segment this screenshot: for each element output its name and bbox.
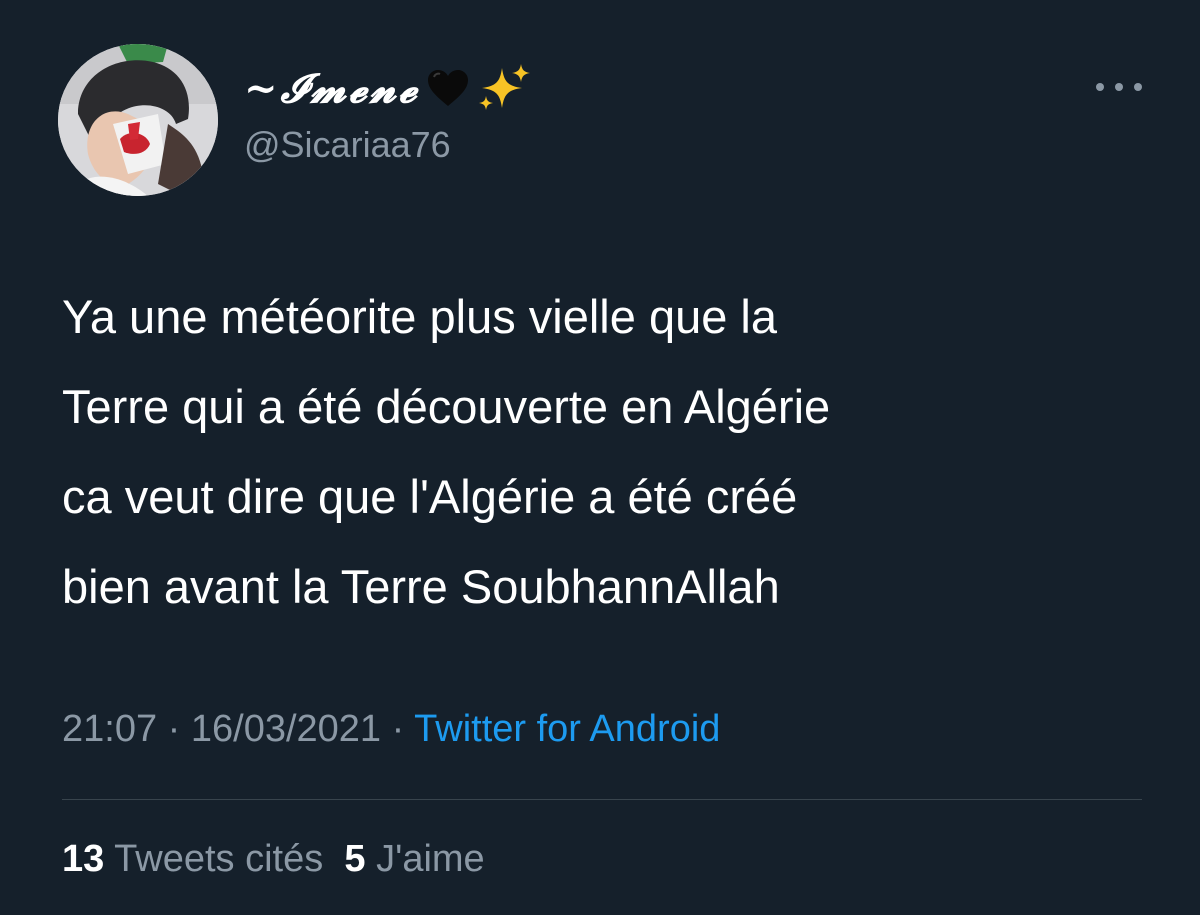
tweet-time[interactable]: 21:07 — [62, 708, 157, 750]
tweet-stats: 13 Tweets cités 5 J'aime — [62, 838, 485, 881]
sparkles-icon — [474, 62, 532, 114]
more-dot — [1096, 83, 1104, 91]
likes-label: J'aime — [376, 838, 485, 880]
more-dot — [1115, 83, 1123, 91]
display-name[interactable]: ~𝓘𝓶𝓮𝓷𝓮 — [244, 65, 420, 112]
author-name-line[interactable]: ~𝓘𝓶𝓮𝓷𝓮 — [244, 62, 532, 114]
black-heart-icon — [426, 68, 470, 108]
tweet-text-line: bien avant la Terre SoubhannAllah — [62, 560, 780, 613]
quotes-label: Tweets cités — [114, 838, 324, 880]
divider — [62, 799, 1142, 800]
avatar-image — [58, 44, 218, 196]
tweet-meta: 21:07 · 16/03/2021 · Twitter for Android — [62, 708, 720, 751]
more-options-icon[interactable] — [1096, 72, 1142, 102]
avatar[interactable] — [58, 44, 218, 196]
tweet-text: Ya une météorite plus vielle que la Terr… — [62, 272, 1142, 632]
meta-separator: · — [381, 708, 415, 750]
quotes-count: 13 — [62, 838, 105, 880]
tweet: ~𝓘𝓶𝓮𝓷𝓮 @Sicariaa76 Ya une météorite plus… — [0, 0, 1200, 915]
tweet-text-line: ca veut dire que l'Algérie a été créé — [62, 470, 798, 523]
tweet-source-link[interactable]: Twitter for Android — [414, 708, 720, 750]
likes-stat[interactable]: 5 J'aime — [344, 838, 484, 880]
author-handle[interactable]: @Sicariaa76 — [244, 124, 451, 166]
tweet-date[interactable]: 16/03/2021 — [191, 708, 381, 750]
tweet-text-line: Ya une météorite plus vielle que la — [62, 290, 778, 343]
more-dot — [1134, 83, 1142, 91]
meta-separator: · — [157, 708, 191, 750]
tweet-text-line: Terre qui a été découverte en Algérie — [62, 380, 831, 433]
quote-tweets-stat[interactable]: 13 Tweets cités — [62, 838, 323, 880]
likes-count: 5 — [344, 838, 366, 880]
